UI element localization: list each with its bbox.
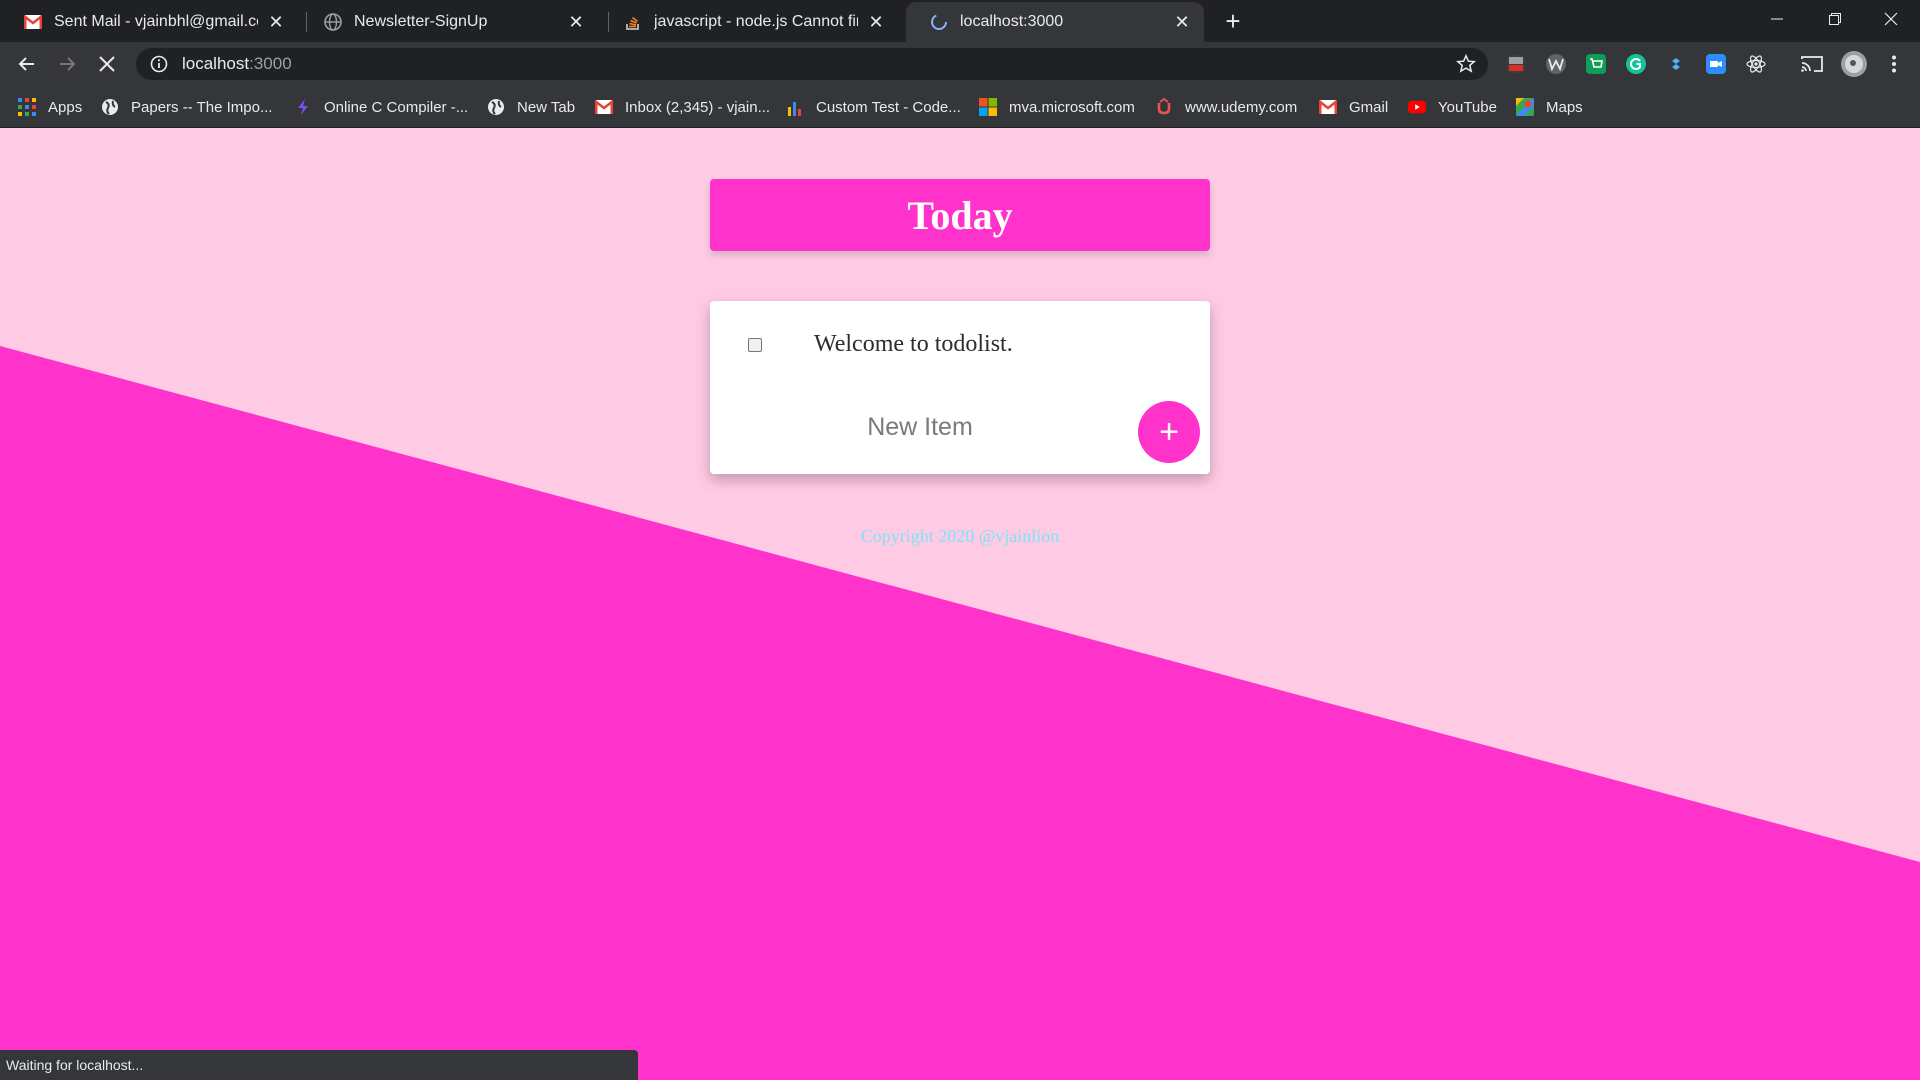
status-bar: Waiting for localhost... xyxy=(0,1050,638,1080)
cast-icon[interactable] xyxy=(1800,52,1824,76)
loading-icon xyxy=(930,13,948,31)
tab-title: javascript - node.js Cannot find m xyxy=(654,13,858,30)
youtube-icon xyxy=(1408,98,1426,116)
list-item: Welcome to todolist. xyxy=(710,321,1210,369)
page-title: Today xyxy=(907,192,1013,238)
tab-title: Newsletter-SignUp xyxy=(354,13,488,30)
bookmark-label: New Tab xyxy=(517,98,576,116)
close-icon[interactable]: ✕ xyxy=(566,12,586,32)
item-text: Welcome to todolist. xyxy=(814,331,1013,357)
diagonal-background xyxy=(0,346,1920,1080)
w-extension-icon[interactable] xyxy=(1544,52,1568,76)
info-icon[interactable] xyxy=(150,55,168,73)
back-button[interactable] xyxy=(11,48,43,80)
stop-loading-button[interactable] xyxy=(91,48,123,80)
new-item-input[interactable] xyxy=(770,409,1070,445)
bookmark-online-c-compiler[interactable]: Online C Compiler -... xyxy=(294,95,468,119)
globe-icon xyxy=(324,13,342,31)
gmail-icon xyxy=(1319,98,1337,116)
address-text: localhost:3000 xyxy=(182,54,292,74)
minimize-icon xyxy=(1771,18,1783,20)
arrow-right-icon xyxy=(60,57,76,71)
close-icon[interactable]: ✕ xyxy=(266,12,286,32)
react-devtools-icon[interactable] xyxy=(1744,52,1768,76)
tab-stackoverflow[interactable]: javascript - node.js Cannot find m ✕ xyxy=(600,2,898,42)
add-item-button[interactable]: + xyxy=(1138,401,1200,463)
bookmark-label: mva.microsoft.com xyxy=(1009,98,1135,116)
bookmarks-bar: Apps Papers -- The Impo... Online C Comp… xyxy=(0,86,1920,128)
tab-title: Sent Mail - vjainbhl@gmail.com xyxy=(54,13,258,30)
bookmark-label: Inbox (2,345) - vjain... xyxy=(625,98,771,116)
address-bar[interactable]: localhost:3000 xyxy=(136,48,1488,80)
bookmark-label: YouTube xyxy=(1438,98,1497,116)
item-checkbox[interactable] xyxy=(748,338,762,352)
tab-title: localhost:3000 xyxy=(960,13,1064,30)
dropbox-extension-icon[interactable] xyxy=(1664,52,1688,76)
url-port: :3000 xyxy=(249,54,292,73)
tab-newsletter-signup[interactable]: Newsletter-SignUp ✕ xyxy=(300,2,598,42)
coupon-extension-icon[interactable] xyxy=(1504,52,1528,76)
bookmark-gmail[interactable]: Gmail xyxy=(1319,95,1388,119)
bookmark-custom-test[interactable]: Custom Test - Code... xyxy=(786,95,961,119)
globe-icon xyxy=(101,98,119,116)
close-icon xyxy=(1884,12,1898,26)
bookmark-udemy[interactable]: www.udemy.com xyxy=(1155,95,1297,119)
tab-localhost[interactable]: localhost:3000 ✕ xyxy=(906,2,1204,42)
video-camera-icon[interactable] xyxy=(1704,52,1728,76)
close-icon[interactable]: ✕ xyxy=(866,12,886,32)
bookmark-mva-microsoft[interactable]: mva.microsoft.com xyxy=(979,95,1135,119)
bookmark-papers[interactable]: Papers -- The Impo... xyxy=(101,95,272,119)
bookmark-label: www.udemy.com xyxy=(1185,98,1298,116)
bookmark-apps[interactable]: Apps xyxy=(18,95,82,119)
bookmark-star-button[interactable] xyxy=(1454,52,1478,76)
todo-list: Welcome to todolist. + xyxy=(710,301,1210,474)
close-icon[interactable]: ✕ xyxy=(1172,12,1192,32)
globe-icon xyxy=(487,98,505,116)
footer-copyright: Copyright 2020 @vjainlion xyxy=(860,526,1060,546)
close-icon xyxy=(99,56,115,72)
close-window-button[interactable] xyxy=(1862,0,1920,38)
bookmark-label: Maps xyxy=(1546,98,1583,116)
gmail-icon xyxy=(595,98,613,116)
bookmark-new-tab[interactable]: New Tab xyxy=(487,95,575,119)
tab-strip: Sent Mail - vjainbhl@gmail.com ✕ Newslet… xyxy=(0,0,1920,42)
bolt-icon xyxy=(294,98,312,116)
bookmark-maps[interactable]: Maps xyxy=(1516,95,1583,119)
bookmark-label: Online C Compiler -... xyxy=(324,98,469,116)
star-icon xyxy=(1456,54,1476,73)
url-host: localhost xyxy=(182,54,250,73)
stackoverflow-icon xyxy=(624,13,642,31)
heading-box: Today xyxy=(710,179,1210,251)
bookmark-label: Papers -- The Impo... xyxy=(131,98,273,116)
new-tab-button[interactable]: + xyxy=(1218,6,1248,36)
bookmark-inbox[interactable]: Inbox (2,345) - vjain... xyxy=(595,95,770,119)
forward-button[interactable] xyxy=(51,48,83,80)
grammarly-icon[interactable] xyxy=(1624,52,1648,76)
microsoft-icon xyxy=(979,98,997,116)
arrow-left-icon xyxy=(18,57,34,71)
menu-kebab-icon[interactable] xyxy=(1882,52,1906,76)
bar-chart-icon xyxy=(786,98,804,116)
bookmark-label: Custom Test - Code... xyxy=(816,98,961,116)
gmail-icon xyxy=(24,13,42,31)
bookmark-youtube[interactable]: YouTube xyxy=(1408,95,1497,119)
maps-icon xyxy=(1516,98,1534,116)
bookmark-label: Gmail xyxy=(1349,98,1389,116)
bookmark-label: Apps xyxy=(48,98,83,116)
apps-grid-icon xyxy=(18,98,36,116)
restore-icon xyxy=(1829,13,1841,25)
tab-sent-mail[interactable]: Sent Mail - vjainbhl@gmail.com ✕ xyxy=(0,2,298,42)
cart-extension-icon[interactable] xyxy=(1584,52,1608,76)
browser-toolbar: localhost:3000 xyxy=(0,42,1920,86)
minimize-button[interactable] xyxy=(1748,0,1806,38)
restore-button[interactable] xyxy=(1806,0,1864,38)
page-viewport: Today Welcome to todolist. + Copyright 2… xyxy=(0,128,1920,1080)
avatar[interactable] xyxy=(1840,50,1868,78)
udemy-icon xyxy=(1155,98,1173,116)
